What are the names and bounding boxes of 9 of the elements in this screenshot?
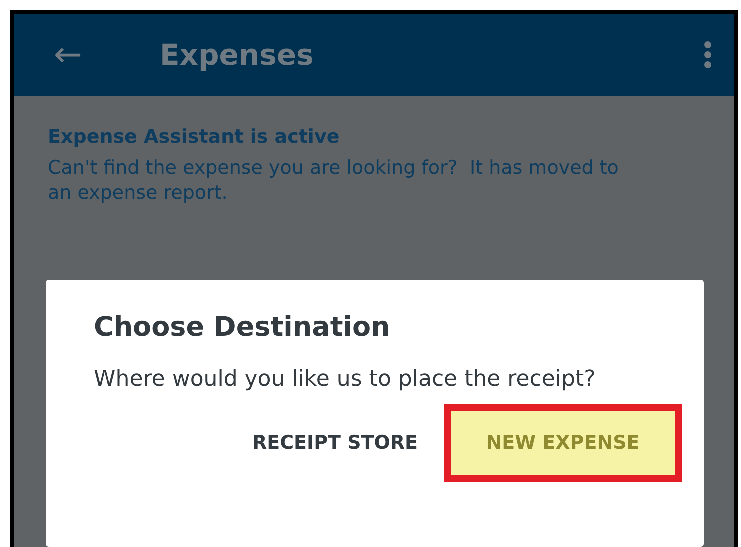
banner-heading: Expense Assistant is active [48,126,341,148]
back-button[interactable]: ← [54,38,160,72]
dialog-button[interactable]: RECEIPT STORE [246,404,424,482]
dialog-message: Where would you like us to place the receipt? [94,366,597,394]
screen-title: Expenses [160,38,315,72]
dialog-title: Choose Destination [94,312,392,343]
more-options-icon[interactable] [704,41,712,69]
dialog-button[interactable]: NEW EXPENSE [444,404,682,482]
banner-message: Can't find the expense you are looking for? It has moved to an expense report. [48,156,620,206]
